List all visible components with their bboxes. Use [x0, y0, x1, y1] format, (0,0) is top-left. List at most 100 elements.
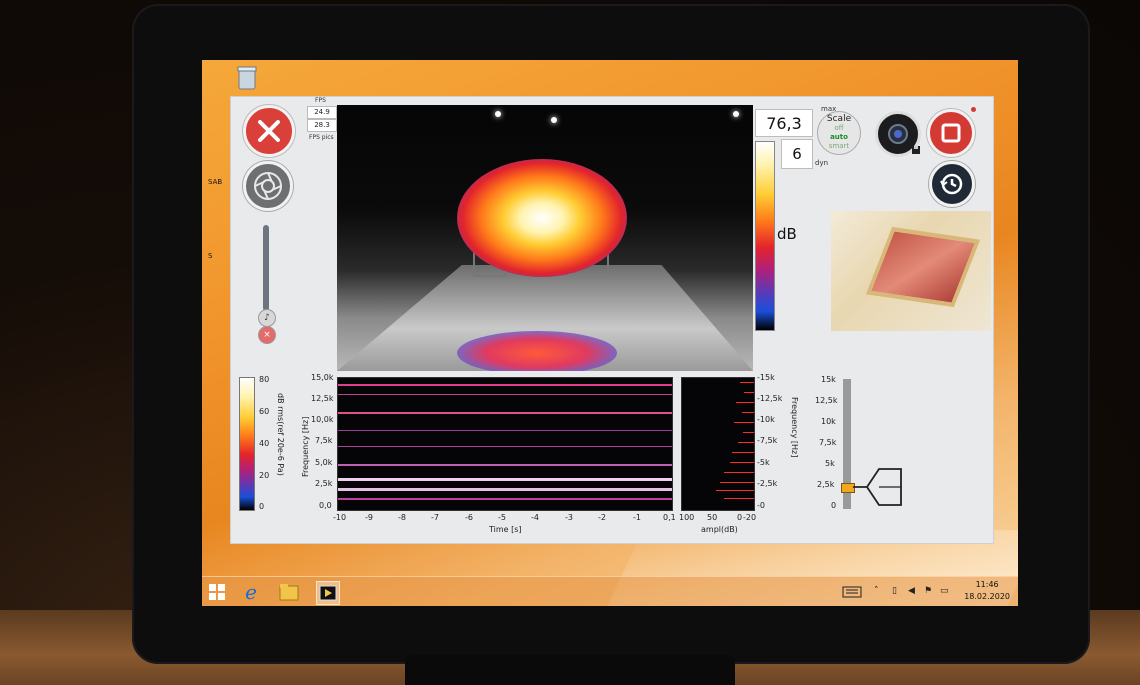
app-taskbar-icon[interactable]: [316, 581, 340, 605]
spectrum-y-tick: -15k: [757, 373, 775, 382]
spectrum-bar: [744, 392, 754, 393]
tablet-stand: [405, 655, 735, 685]
taskbar-clock[interactable]: 11:46 18.02.2020: [964, 579, 1010, 603]
spectrum-bar: [724, 498, 754, 499]
spectrum-y-label: Frequency [Hz]: [790, 397, 799, 458]
history-icon: [940, 173, 963, 195]
spectrogram-x-tick: -9: [365, 513, 373, 522]
spectrogram-y-tick: 7,5k: [315, 436, 333, 445]
spectrogram-band: [338, 464, 672, 466]
db-color-scale: [755, 141, 775, 331]
fps-label: FPS: [315, 97, 326, 104]
max-level-display: 76,3: [755, 109, 813, 137]
recycle-bin-icon[interactable]: [236, 64, 258, 90]
spectrogram-band: [338, 478, 672, 481]
tablet-screen: SAB S ♪ × FPS 24.9 28.3 FPS pics max 76,…: [202, 60, 1018, 606]
camera-view[interactable]: [337, 105, 753, 371]
settings-button[interactable]: [243, 161, 293, 211]
ampl-tick: 40: [259, 439, 270, 448]
sound-reflection: [457, 331, 617, 371]
spectrum-y-tick: -2,5k: [757, 479, 778, 488]
keyboard-icon[interactable]: [842, 586, 862, 598]
record-indicator: [971, 107, 976, 112]
save-icon[interactable]: [911, 145, 921, 155]
spectrogram-x-tick: -4: [531, 513, 539, 522]
amplitude-color-scale: [239, 377, 255, 511]
desktop-icon-label: SAB: [208, 178, 223, 186]
spectrogram-x-tick: -8: [398, 513, 406, 522]
record-button[interactable]: [927, 109, 975, 157]
power-icon[interactable]: ▯: [892, 586, 897, 596]
aperture-icon: [254, 172, 282, 200]
acoustic-camera-app: ♪ × FPS 24.9 28.3 FPS pics max 76,3 6 dy…: [230, 96, 994, 544]
filter-tick: 0: [831, 501, 837, 510]
dyn-label: dyn: [815, 159, 829, 167]
spectrogram-y-tick: 5,0k: [315, 458, 333, 467]
scale-button[interactable]: Scale off auto smart: [817, 111, 861, 155]
spectrum-x-label: ampl(dB): [701, 525, 738, 534]
spectrogram-band: [338, 394, 672, 395]
filter-tick: 10k: [821, 417, 836, 426]
spectrum-bar: [742, 412, 754, 413]
internet-explorer-icon[interactable]: e: [240, 580, 262, 604]
spectrogram-y-tick: 12,5k: [311, 394, 334, 403]
scale-option-auto: auto: [830, 133, 848, 141]
ampl-tick: 0: [259, 502, 265, 511]
spectrum-x-tick: 100: [679, 513, 695, 522]
spectrogram-y-tick: 10,0k: [311, 415, 334, 424]
spectrum-bar: [724, 472, 754, 473]
scale-option-off: off: [834, 124, 844, 132]
windows-start-icon[interactable]: [206, 581, 228, 603]
filter-funnel-icon: [853, 468, 902, 506]
ceiling-light: [495, 111, 501, 117]
spectrum-bar: [736, 402, 754, 403]
spectrogram-y-tick: 2,5k: [315, 479, 333, 488]
ampl-tick: 80: [259, 375, 270, 384]
spectrogram-band: [338, 446, 672, 447]
spectrogram-x-tick: -7: [431, 513, 439, 522]
volume-slider[interactable]: [263, 225, 269, 311]
spectrum-bar: [738, 442, 754, 443]
file-explorer-icon[interactable]: [278, 581, 300, 603]
filter-tick: 12,5k: [815, 396, 838, 405]
spectrum-bar: [732, 452, 754, 453]
spectrum-bar: [743, 432, 754, 433]
spectrogram-x-tick: -5: [498, 513, 506, 522]
ampl-scale-label: dB rms(ref 20e-6 Pa): [276, 393, 285, 476]
spectrogram-x-tick: -6: [465, 513, 473, 522]
spectrum-y-tick: -12,5k: [757, 394, 783, 403]
clock-date: 18.02.2020: [964, 592, 1010, 601]
spectrum-bar: [716, 490, 754, 491]
spectrum-bar: [740, 382, 754, 383]
flag-icon[interactable]: ⚑: [924, 586, 932, 596]
spectrum-plot[interactable]: [681, 377, 755, 511]
spectrogram-band: [338, 488, 672, 491]
ceiling-light: [733, 111, 739, 117]
spectrogram-x-tick: -1: [633, 513, 641, 522]
volume-icon[interactable]: ◀: [908, 586, 915, 596]
spectrogram-x-tick: -3: [565, 513, 573, 522]
dynamic-range-input[interactable]: 6: [781, 139, 813, 169]
ampl-tick: 20: [259, 471, 270, 480]
spectrum-y-tick: -10k: [757, 415, 775, 424]
camera-lens-icon: [888, 124, 908, 144]
stop-icon: [941, 123, 961, 143]
spectrum-y-tick: -0: [757, 501, 765, 510]
taskbar: e ˄ ▯ ◀ ⚑ ▭ 11:46 18.02.2020: [202, 576, 1018, 606]
filter-tick: 7,5k: [819, 438, 837, 447]
speaker-icon[interactable]: ♪: [258, 309, 276, 327]
mute-icon[interactable]: ×: [258, 326, 276, 344]
spectrogram-x-tick: -10: [333, 513, 347, 522]
history-button[interactable]: [929, 161, 975, 207]
chip-illustration: [831, 211, 991, 331]
spectrogram-plot[interactable]: [337, 377, 673, 511]
exit-button[interactable]: [243, 105, 295, 157]
notification-icon[interactable]: ▭: [940, 586, 949, 596]
spectrogram-x-tick: 0,1: [663, 513, 676, 522]
spectrum-y-tick: -5k: [757, 458, 770, 467]
ampl-tick: 60: [259, 407, 270, 416]
scale-title: Scale: [826, 114, 852, 124]
sound-hotspot: [457, 159, 627, 277]
ceiling-light: [551, 117, 557, 123]
tray-expand-icon[interactable]: ˄: [874, 586, 879, 596]
